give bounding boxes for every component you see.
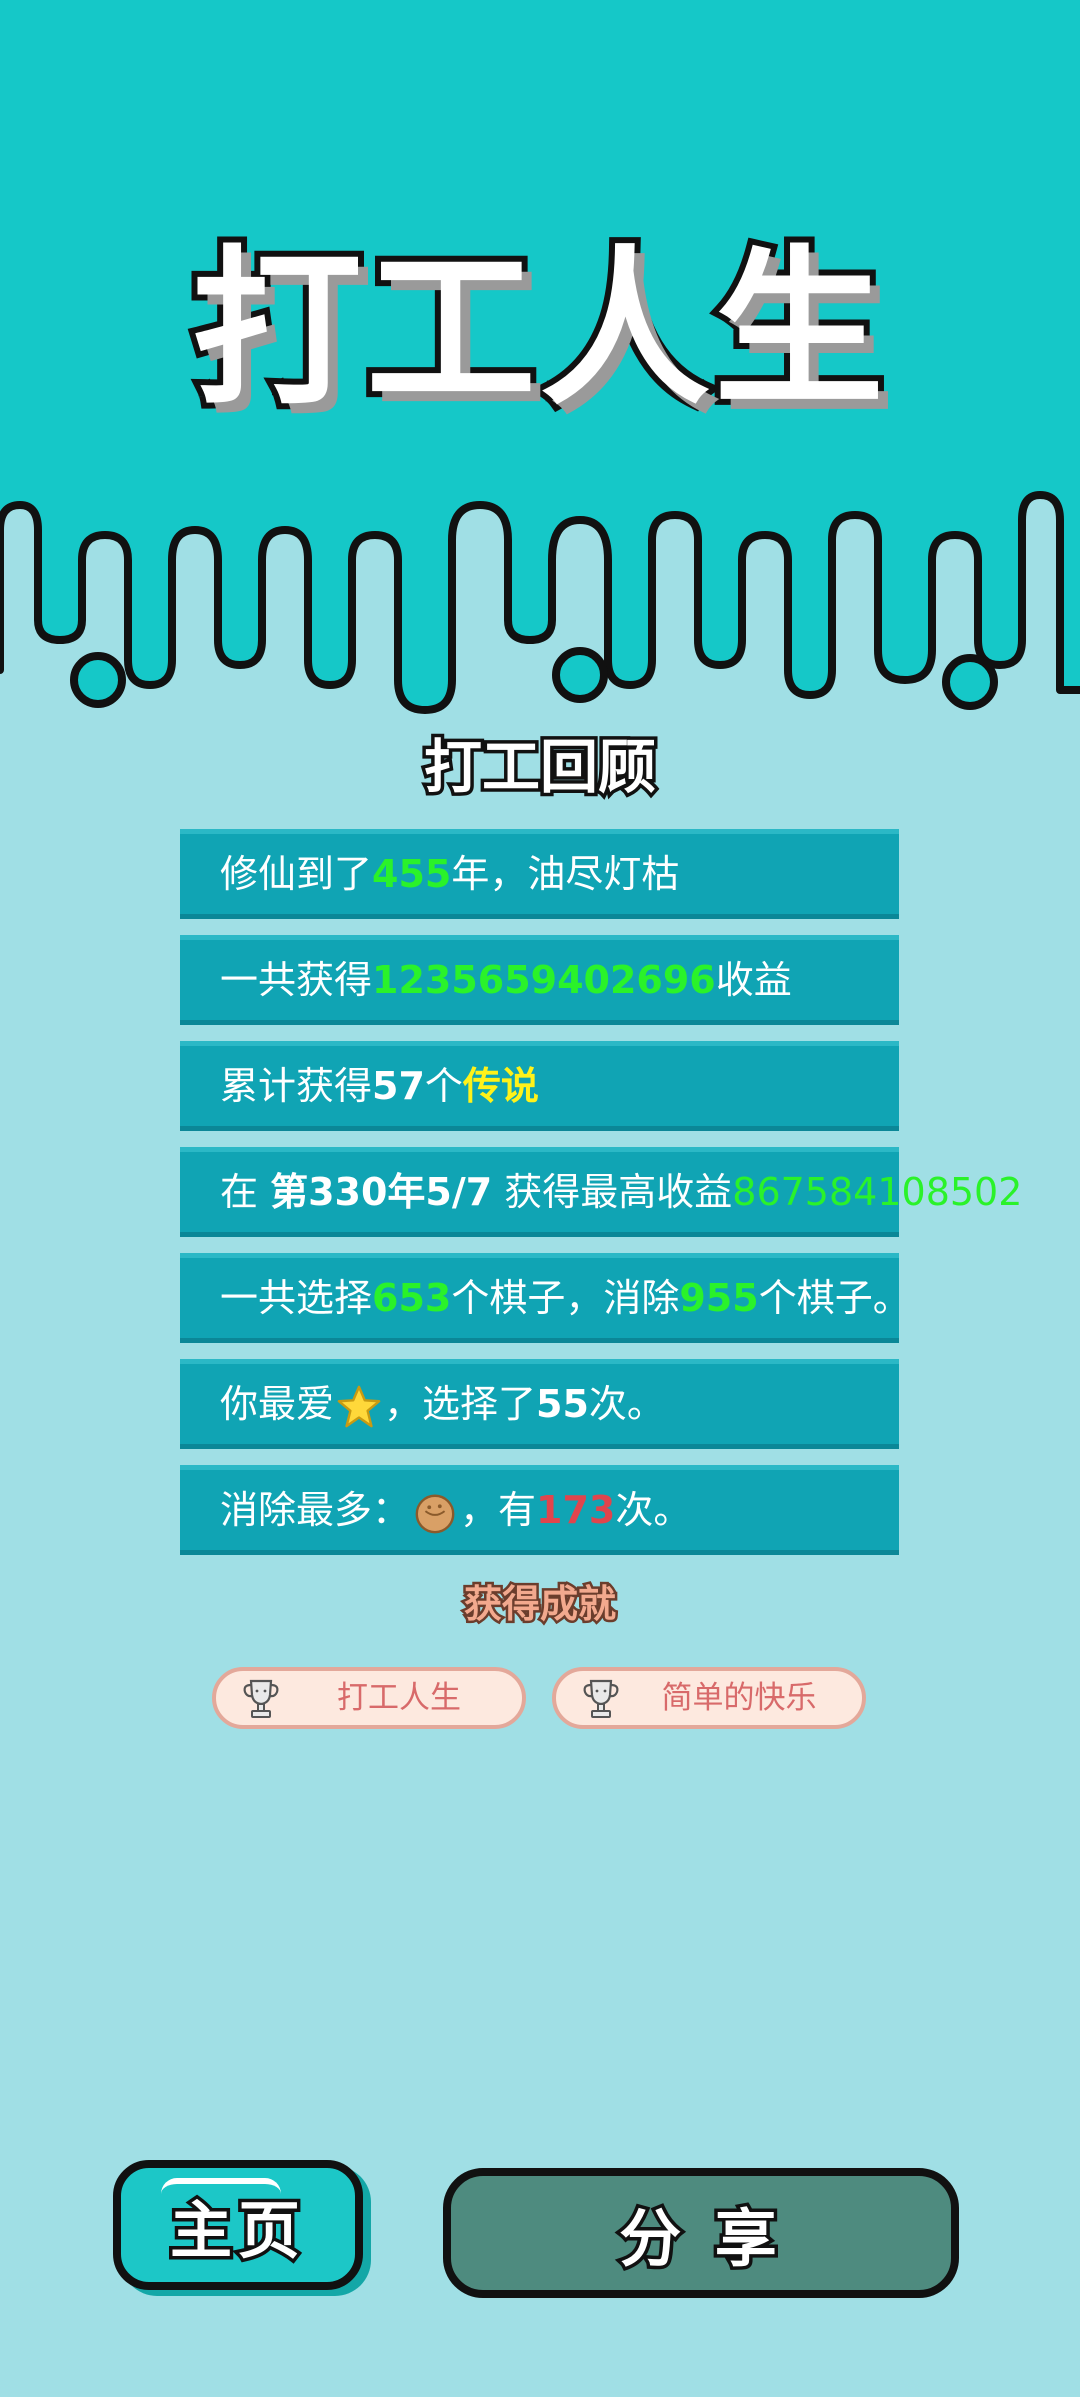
achievement-badge: 简单的快乐 <box>552 1667 866 1729</box>
stat-label: 次。 <box>588 1382 665 1426</box>
home-button-label: 主页 <box>166 2191 306 2271</box>
stat-row-most-eliminated: 消除最多： ，有173次。 <box>180 1465 899 1555</box>
stat-row-best-income: 在 第330年5/7 获得最高收益867584108502 <box>180 1147 1022 1237</box>
achievement-badge: 打工人生 <box>212 1667 526 1729</box>
stat-label: 累计获得 <box>220 1064 373 1108</box>
stat-label: 年，油尽灯枯 <box>451 852 680 896</box>
selected-count-value: 653 <box>372 1276 452 1320</box>
trophy-icon <box>583 1679 619 1718</box>
home-button[interactable]: 主页 <box>113 2160 363 2290</box>
share-button[interactable]: 分 享 <box>443 2168 959 2298</box>
star-icon <box>337 1385 381 1427</box>
review-title: 打工回顾 <box>420 733 659 801</box>
stat-label: 获得最高收益 <box>492 1170 733 1214</box>
stat-label: 个棋子。 <box>758 1276 911 1320</box>
stat-text: 你最爱 ，选择了55次。 <box>220 1364 665 1444</box>
favorite-count-value: 55 <box>536 1382 589 1426</box>
stat-text: 修仙到了455年，油尽灯枯 <box>220 834 679 914</box>
stat-text: 消除最多： ，有173次。 <box>220 1470 691 1550</box>
stat-label: 你最爱 <box>220 1382 335 1426</box>
achievements-title: 获得成就 <box>461 1582 618 1626</box>
stat-label: 个 <box>424 1064 463 1108</box>
game-title: 打工人生 <box>186 231 890 429</box>
most-eliminated-count-value: 173 <box>536 1488 616 1532</box>
best-income-value: 867584108502 <box>732 1170 1023 1214</box>
share-button-label: 分 享 <box>616 2199 783 2279</box>
stat-row-pieces: 一共选择653个棋子，消除955个棋子。 <box>180 1253 911 1343</box>
stat-text: 累计获得57个传说 <box>220 1046 539 1126</box>
stat-text: 一共选择653个棋子，消除955个棋子。 <box>220 1258 911 1338</box>
stat-label: 次。 <box>615 1488 692 1532</box>
stat-text: 在 第330年5/7 获得最高收益867584108502 <box>220 1152 1022 1232</box>
stat-label: ，有 <box>460 1488 537 1532</box>
best-date-value: 第330年5/7 <box>270 1170 493 1214</box>
stat-text: 一共获得1235659402696收益 <box>220 940 792 1020</box>
stat-label: 一共选择 <box>220 1276 373 1320</box>
drip-drop <box>70 652 126 708</box>
drip-drop <box>552 647 608 703</box>
achievement-label: 打工人生 <box>337 1680 461 1716</box>
stat-row-favorite: 你最爱 ，选择了55次。 <box>180 1359 899 1449</box>
legend-label: 传说 <box>462 1064 539 1108</box>
legend-count-value: 57 <box>372 1064 425 1108</box>
stat-label: ，选择了 <box>384 1382 537 1426</box>
stat-row-legends: 累计获得57个传说 <box>180 1041 899 1131</box>
stat-row-years: 修仙到了455年，油尽灯枯 <box>180 829 899 919</box>
stat-label: 消除最多： <box>220 1488 411 1532</box>
achievement-label: 简单的快乐 <box>661 1680 817 1716</box>
trophy-icon <box>243 1679 279 1718</box>
eliminated-count-value: 955 <box>679 1276 759 1320</box>
stat-label: 修仙到了 <box>220 852 373 896</box>
stat-label: 个棋子，消除 <box>451 1276 680 1320</box>
game-summary-screen: 打工人生 打工回顾 修仙到了455年，油尽灯枯 一共获得123565940269… <box>0 0 1080 2397</box>
total-income-value: 1235659402696 <box>372 958 716 1002</box>
stat-row-total-income: 一共获得1235659402696收益 <box>180 935 899 1025</box>
stat-label: 在 <box>220 1170 271 1214</box>
stat-label: 收益 <box>715 958 792 1002</box>
walnut-icon <box>415 1494 455 1533</box>
years-value: 455 <box>372 852 452 896</box>
drip-drop <box>942 654 998 710</box>
stat-label: 一共获得 <box>220 958 373 1002</box>
